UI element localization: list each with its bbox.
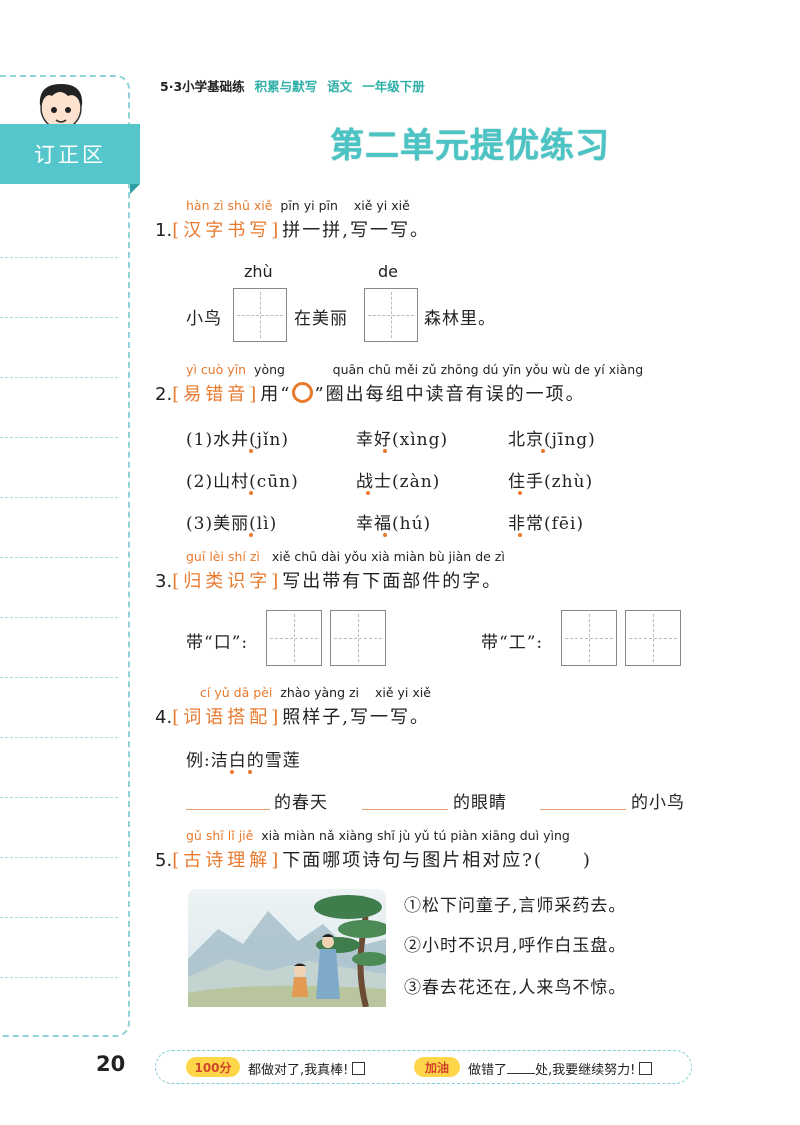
q2-r1-c1[interactable]: (1)水井(jǐn): [186, 425, 289, 450]
q2-r3-c3[interactable]: 非常(fēi): [508, 509, 584, 534]
q5-stem: 5.[古诗理解]下面哪项诗句与图片相对应?( ): [155, 850, 592, 871]
q2-r2-c2[interactable]: 战士(zàn): [356, 467, 440, 492]
emphasis-dot: [248, 770, 252, 774]
emphasis-dot: [249, 491, 253, 495]
full-score-badge: 100分: [186, 1057, 240, 1077]
q2-pinyin: yì cuò yīn yòng quān chū měi zǔ zhōng dú…: [186, 362, 644, 377]
emphasis-dot: [541, 449, 545, 453]
self-check-bar: 100分 都做对了,我真棒! 加油 做错了 处,我要继续努力!: [155, 1050, 692, 1084]
q4-example: 例:洁白的雪莲: [186, 751, 301, 771]
q1-writing-box-2[interactable]: [364, 288, 418, 342]
q1-box-pinyin-2: de: [378, 262, 398, 281]
header-book: 积累与默写: [254, 79, 318, 94]
q1-tag: [汉字书写]: [172, 220, 283, 241]
circle-mark-icon: [292, 382, 314, 403]
emphasis-dot: [383, 449, 387, 453]
emphasis-dot: [366, 491, 370, 495]
q1-stem: 1.[汉字书写]拼一拼,写一写。: [155, 220, 430, 241]
q1-pinyin: hàn zì shū xiě pīn yi pīn xiě yi xiě: [186, 198, 410, 213]
q5-option-2[interactable]: ②小时不识月,呼作白玉盘。: [404, 931, 626, 956]
q3-writing-box-1[interactable]: [266, 610, 322, 666]
q5-option-1[interactable]: ①松下问童子,言师采药去。: [404, 891, 626, 916]
q1-seg3: 森林里。: [424, 309, 496, 329]
q5-option-3[interactable]: ③春去花还在,人来鸟不惊。: [404, 973, 626, 998]
q4-answer-line-3[interactable]: [540, 809, 626, 810]
q4-answer-line-2[interactable]: [362, 809, 448, 810]
emphasis-dot: [383, 533, 387, 537]
correction-tab: 订正区: [0, 124, 140, 184]
emphasis-dot: [249, 533, 253, 537]
encourage-badge: 加油: [414, 1057, 460, 1077]
q5-pinyin: gǔ shī lǐ jiě xià miàn nǎ xiàng shī jù y…: [186, 828, 570, 843]
q4-blank-1-text: 的春天: [274, 793, 328, 813]
q5-tag: [古诗理解]: [172, 850, 283, 871]
q4-blank-2-text: 的眼睛: [453, 793, 507, 813]
q3-tag: [归类识字]: [172, 571, 283, 592]
tab-fold: [130, 184, 140, 194]
q2-r3-c1[interactable]: (3)美丽(lì): [186, 509, 277, 534]
left-checkbox[interactable]: [352, 1062, 366, 1075]
q4-pinyin: cí yǔ dā pèi zhào yàng zi xiě yi xiě: [200, 685, 431, 700]
correction-strip: [0, 75, 130, 1037]
q1-seg1: 小鸟: [186, 309, 222, 329]
q4-tag: [词语搭配]: [172, 707, 283, 728]
emphasis-dot: [230, 770, 234, 774]
q2-r1-c2[interactable]: 幸好(xìng): [356, 425, 448, 450]
q4-answer-line-1[interactable]: [186, 809, 270, 810]
header-grade: 一年级下册: [362, 79, 425, 94]
footer-right: 做错了 处,我要继续努力!: [468, 1059, 653, 1078]
q3-stem: 3.[归类识字]写出带有下面部件的字。: [155, 571, 503, 592]
q2-tag: [易错音]: [172, 384, 261, 405]
q2-r3-c2[interactable]: 幸福(hú): [356, 509, 431, 534]
q3-writing-box-2[interactable]: [330, 610, 386, 666]
mistake-count-line[interactable]: [507, 1073, 536, 1074]
q3-writing-box-3[interactable]: [561, 610, 617, 666]
q3-left-label: 带“口”:: [186, 633, 249, 653]
emphasis-dot: [249, 449, 253, 453]
q3-right-label: 带“工”:: [481, 633, 544, 653]
q1-box-pinyin-1: zhù: [244, 262, 273, 281]
emphasis-dot: [518, 533, 522, 537]
poem-illustration: [188, 889, 386, 1007]
running-header: 5·3小学基础练 积累与默写 语文 一年级下册: [160, 76, 425, 95]
q4-stem: 4.[词语搭配]照样子,写一写。: [155, 707, 430, 728]
page-title: 第二单元提优练习: [330, 126, 610, 166]
header-series: 5·3小学基础练: [160, 79, 245, 94]
page-number: 20: [96, 1052, 126, 1076]
footer-left: 都做对了,我真棒!: [248, 1059, 366, 1078]
right-checkbox[interactable]: [639, 1062, 653, 1075]
q3-writing-box-4[interactable]: [625, 610, 681, 666]
q2-stem: 2.[易错音]用“ ”圈出每组中读音有误的一项。: [155, 382, 586, 405]
q2-r2-c1[interactable]: (2)山村(cūn): [186, 467, 299, 492]
q2-r2-c3[interactable]: 住手(zhù): [508, 467, 593, 492]
q3-pinyin: guī lèi shí zì xiě chū dài yǒu xià miàn …: [186, 549, 505, 564]
q1-seg2: 在美丽: [294, 309, 348, 329]
q1-writing-box-1[interactable]: [233, 288, 287, 342]
emphasis-dot: [518, 491, 522, 495]
q2-r1-c3[interactable]: 北京(jīng): [508, 425, 596, 450]
header-subject: 语文: [327, 79, 353, 94]
q4-blank-3-text: 的小鸟: [631, 793, 685, 813]
